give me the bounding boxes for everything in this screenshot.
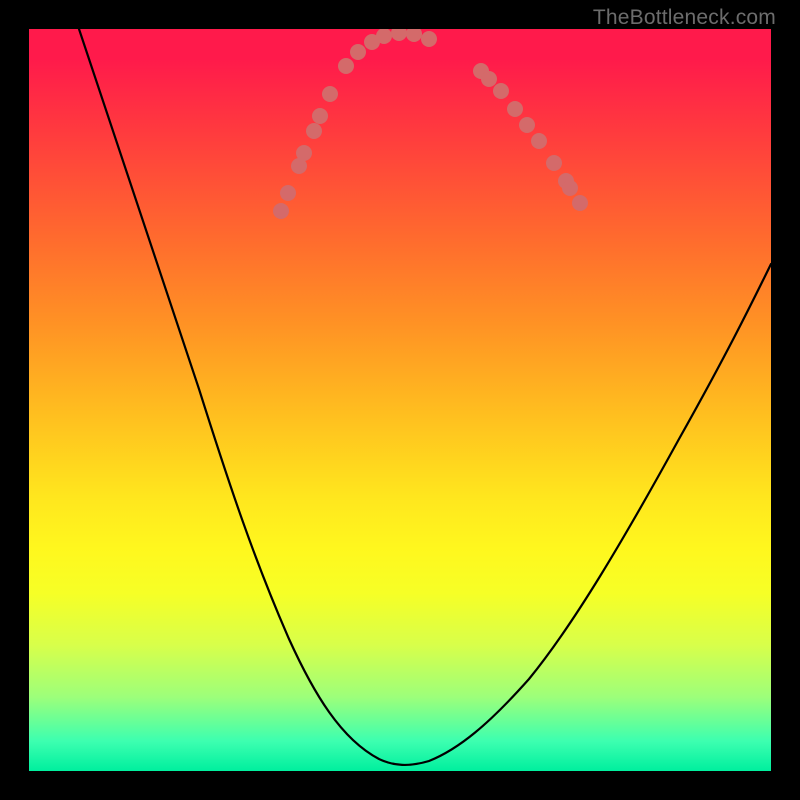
curve-marker — [481, 71, 497, 87]
curve-marker — [322, 86, 338, 102]
curve-marker — [364, 34, 380, 50]
curve-marker — [406, 29, 422, 42]
curve-marker — [421, 31, 437, 47]
curve-marker — [562, 180, 578, 196]
curve-marker — [291, 158, 307, 174]
watermark-text: TheBottleneck.com — [593, 6, 776, 30]
curve-marker — [296, 145, 312, 161]
curve-marker — [519, 117, 535, 133]
curve-path — [79, 29, 771, 765]
plot-area — [29, 29, 771, 771]
curve-marker — [338, 58, 354, 74]
curve-marker — [572, 195, 588, 211]
curve-marker — [312, 108, 328, 124]
curve-marker — [558, 173, 574, 189]
curve-marker — [531, 133, 547, 149]
curve-marker — [306, 123, 322, 139]
curve-marker — [507, 101, 523, 117]
curve-marker — [546, 155, 562, 171]
curve-marker — [391, 29, 407, 41]
curve-marker — [280, 185, 296, 201]
bottleneck-curve — [29, 29, 771, 771]
curve-markers — [273, 29, 588, 219]
curve-marker — [473, 63, 489, 79]
curve-marker — [273, 203, 289, 219]
curve-marker — [376, 29, 392, 44]
curve-marker — [493, 83, 509, 99]
chart-stage: TheBottleneck.com — [0, 0, 800, 800]
curve-marker — [350, 44, 366, 60]
